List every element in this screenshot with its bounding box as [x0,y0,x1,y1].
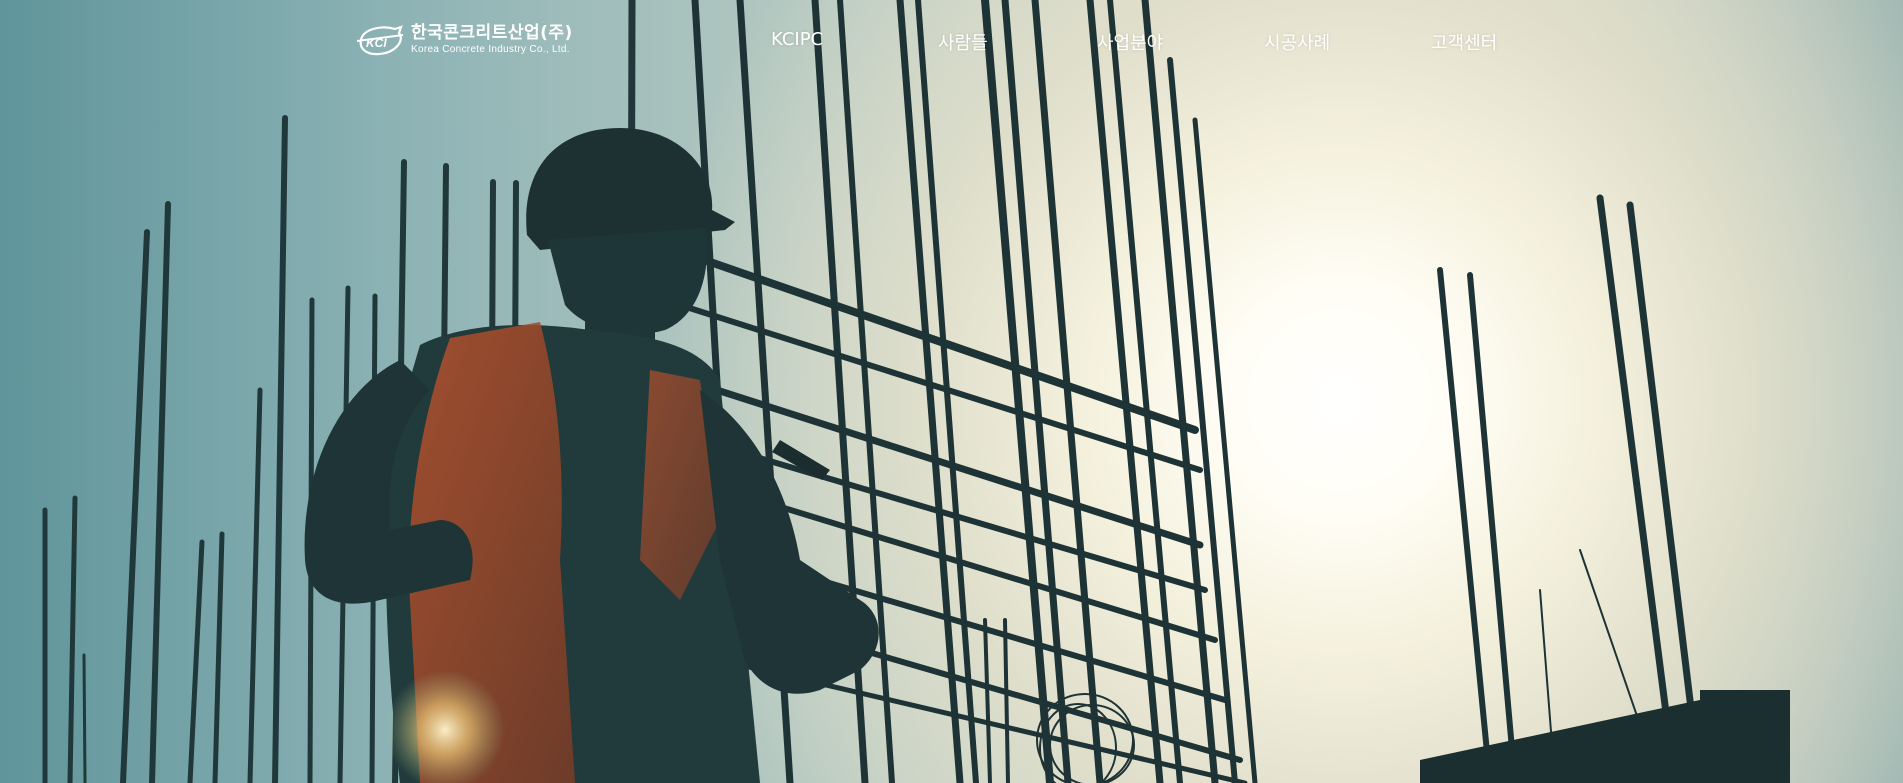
rebar-field-right [1437,194,1704,783]
nav-item-people[interactable]: 사람들 [938,29,988,55]
top-navigation: KCI 한국콘크리트산업(주) Korea Concrete Industry … [0,0,1903,84]
nav-item-kcipc[interactable]: KCIPC [771,29,823,50]
nav-item-customer-center[interactable]: 고객센터 [1431,29,1497,55]
worker-silhouette [304,128,879,783]
nav-item-business[interactable]: 사업분야 [1097,29,1163,55]
hero-illustration [42,0,1790,783]
main-menu: KCIPC 사람들 사업분야 시공사례 고객센터 [0,0,1903,84]
nav-item-projects[interactable]: 시공사례 [1264,29,1330,55]
right-equipment [1420,690,1790,783]
hero-background [0,0,1903,783]
